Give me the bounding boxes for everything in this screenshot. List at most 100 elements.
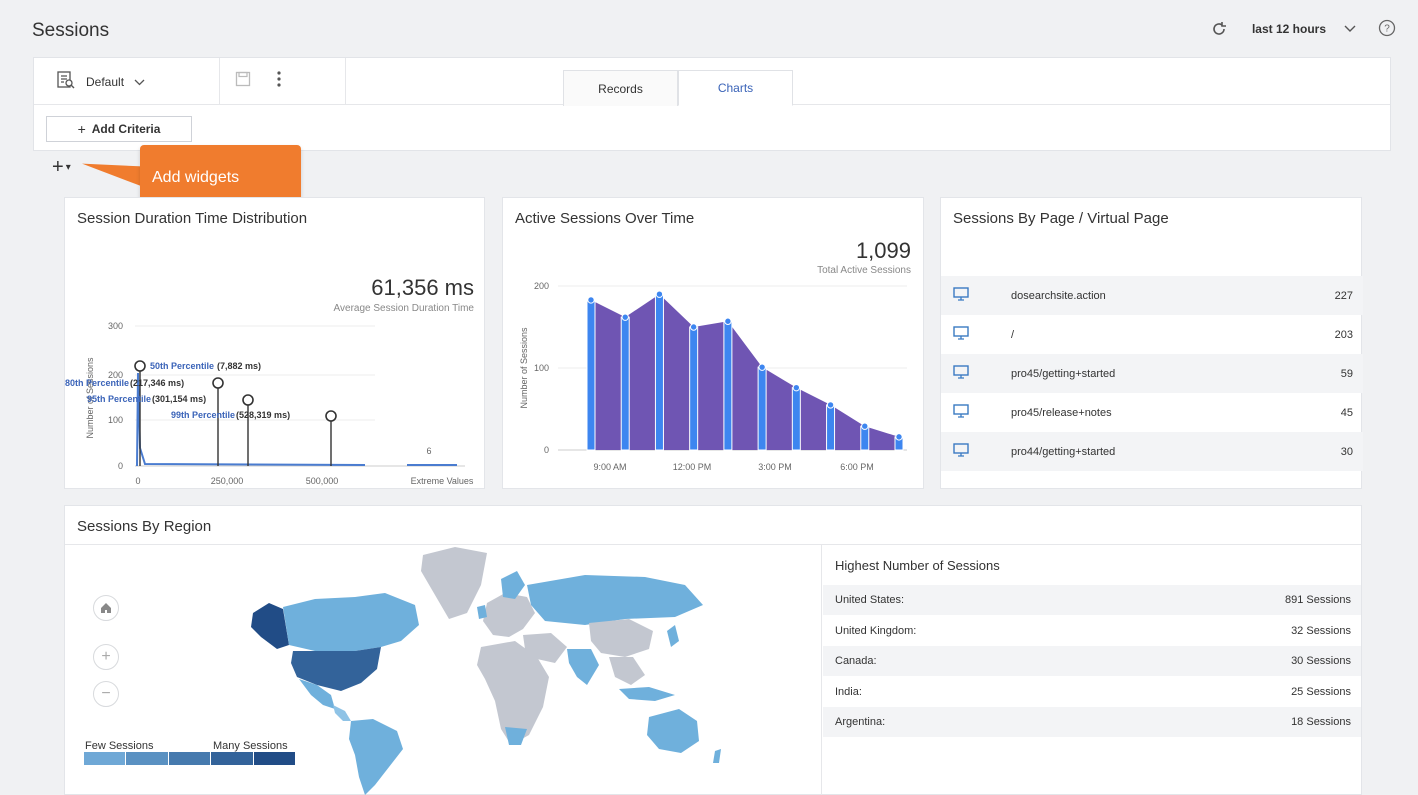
- region-name: Canada:: [835, 655, 877, 667]
- region-row[interactable]: India: 25 Sessions: [823, 677, 1361, 707]
- data-point: [895, 433, 903, 441]
- legend-high-label: Many Sessions: [213, 740, 288, 752]
- page-row[interactable]: / 203: [941, 315, 1363, 354]
- page-row[interactable]: pro45/release+notes 45: [941, 393, 1363, 432]
- region-russia: [527, 575, 703, 625]
- legend-swatch: [253, 752, 297, 765]
- x-tick: 6:00 PM: [840, 462, 874, 472]
- region-sessions: 18 Sessions: [1291, 716, 1351, 728]
- chevron-down-icon: [1344, 22, 1356, 36]
- svg-text:?: ?: [1384, 24, 1390, 35]
- view-name: Default: [86, 74, 125, 89]
- region-name: India:: [835, 686, 862, 698]
- tab-charts[interactable]: Charts: [678, 70, 793, 106]
- page-name: pro44/getting+started: [1011, 445, 1116, 458]
- zoom-in-icon[interactable]: +: [93, 644, 119, 670]
- query-toolbar: Default Records Charts: [34, 58, 1390, 106]
- region-sessions: 891 Sessions: [1284, 594, 1351, 606]
- region-new-zealand: [713, 749, 721, 763]
- x-tick: 250,000: [211, 476, 244, 486]
- divider: [219, 58, 221, 105]
- region-row[interactable]: United Kingdom: 32 Sessions: [823, 616, 1361, 646]
- bar: [586, 299, 596, 451]
- region-row[interactable]: Argentina: 18 Sessions: [823, 707, 1361, 737]
- help-icon[interactable]: ?: [1378, 19, 1398, 39]
- x-tick: 9:00 AM: [593, 462, 626, 472]
- y-tick: 200: [534, 281, 549, 291]
- session-duration-card: Session Duration Time Distribution 61,35…: [64, 197, 485, 489]
- home-icon[interactable]: [93, 595, 119, 621]
- region-india: [567, 649, 599, 685]
- divider: [821, 545, 822, 795]
- tab-records[interactable]: Records: [563, 70, 678, 106]
- view-controls: Default: [34, 58, 346, 105]
- tooltip-pointer: [82, 153, 142, 187]
- y-tick: 0: [118, 461, 123, 471]
- time-range-select[interactable]: last 12 hours: [1252, 22, 1356, 36]
- monitor-icon: [953, 326, 969, 343]
- table-title: Highest Number of Sessions: [835, 558, 1000, 573]
- y-axis-label: Number of Sessions: [519, 327, 529, 409]
- y-tick: 0: [544, 445, 549, 455]
- region-name: United Kingdom:: [835, 625, 917, 637]
- view-tabs: Records Charts: [563, 70, 793, 106]
- add-widget-button[interactable]: + ▾: [52, 156, 71, 179]
- page-count: 30: [1340, 445, 1353, 458]
- region-australia: [647, 709, 699, 753]
- y-tick: 300: [108, 321, 123, 331]
- monitor-icon: [953, 443, 969, 460]
- more-options-icon[interactable]: [277, 71, 281, 92]
- legend-low-label: Few Sessions: [85, 740, 154, 752]
- page-title: Sessions: [32, 20, 110, 41]
- card-title: Sessions By Page / Virtual Page: [953, 210, 1169, 227]
- region-japan: [667, 625, 679, 647]
- legend-swatch: [211, 752, 254, 765]
- save-icon[interactable]: [235, 71, 251, 92]
- plus-icon: +: [52, 156, 64, 178]
- map-legend-scale: [84, 752, 297, 765]
- page-name: pro45/getting+started: [1011, 367, 1116, 380]
- zoom-out-icon[interactable]: −: [93, 681, 119, 707]
- page-name: /: [1011, 328, 1015, 341]
- x-tick: 3:00 PM: [758, 462, 792, 472]
- card-title: Sessions By Region: [77, 518, 212, 535]
- header-controls: last 12 hours ?: [1208, 18, 1398, 40]
- data-point: [758, 363, 766, 371]
- page-row[interactable]: pro44/getting+started 30: [941, 432, 1363, 471]
- data-point: [861, 422, 869, 430]
- monitor-icon: [953, 365, 969, 382]
- data-point: [826, 401, 835, 409]
- add-widgets-tooltip: Add widgets: [140, 145, 301, 205]
- page-count: 227: [1334, 289, 1353, 302]
- duration-histogram: Number of Sessions 300 200 100 0 0 250,0…: [65, 321, 474, 486]
- active-sessions-chart: Number of Sessions 200 100 0 9:00 AM 12:…: [519, 281, 907, 472]
- region-china: [589, 619, 653, 657]
- region-sessions: 30 Sessions: [1291, 655, 1351, 667]
- region-row[interactable]: United States: 891 Sessions: [823, 585, 1361, 615]
- region-row[interactable]: Canada: 30 Sessions: [823, 646, 1361, 676]
- region-alaska: [251, 603, 289, 649]
- data-point: [724, 317, 732, 325]
- page-name: dosearchsite.action: [1011, 289, 1106, 302]
- view-select[interactable]: Default: [56, 70, 145, 93]
- percentile-label: 50th Percentile (7,882 ms): [150, 361, 261, 371]
- chevron-down-icon: ▾: [65, 162, 71, 173]
- region-scandinavia: [501, 571, 525, 599]
- active-sessions-card: Active Sessions Over Time 1,099 Total Ac…: [502, 197, 924, 489]
- data-point: [621, 313, 629, 321]
- bar: [723, 320, 733, 451]
- bar: [654, 293, 664, 451]
- page-row[interactable]: dosearchsite.action 227: [941, 276, 1363, 315]
- refresh-icon[interactable]: [1208, 18, 1230, 40]
- top-regions-table: Highest Number of Sessions United States…: [823, 545, 1361, 795]
- add-criteria-button[interactable]: + Add Criteria: [46, 116, 192, 142]
- percentile-label: 80th Percentile(217,346 ms): [65, 378, 184, 388]
- data-point: [689, 323, 698, 331]
- page-row[interactable]: pro45/getting+started 59: [941, 354, 1363, 393]
- x-tick: 12:00 PM: [673, 462, 712, 472]
- percentile-label: 99th Percentile(528,319 ms): [171, 410, 290, 420]
- bar: [620, 316, 630, 451]
- region-indonesia: [619, 687, 675, 701]
- data-point: [792, 383, 801, 392]
- query-bar: Default Records Charts + Add Criteria: [33, 57, 1391, 151]
